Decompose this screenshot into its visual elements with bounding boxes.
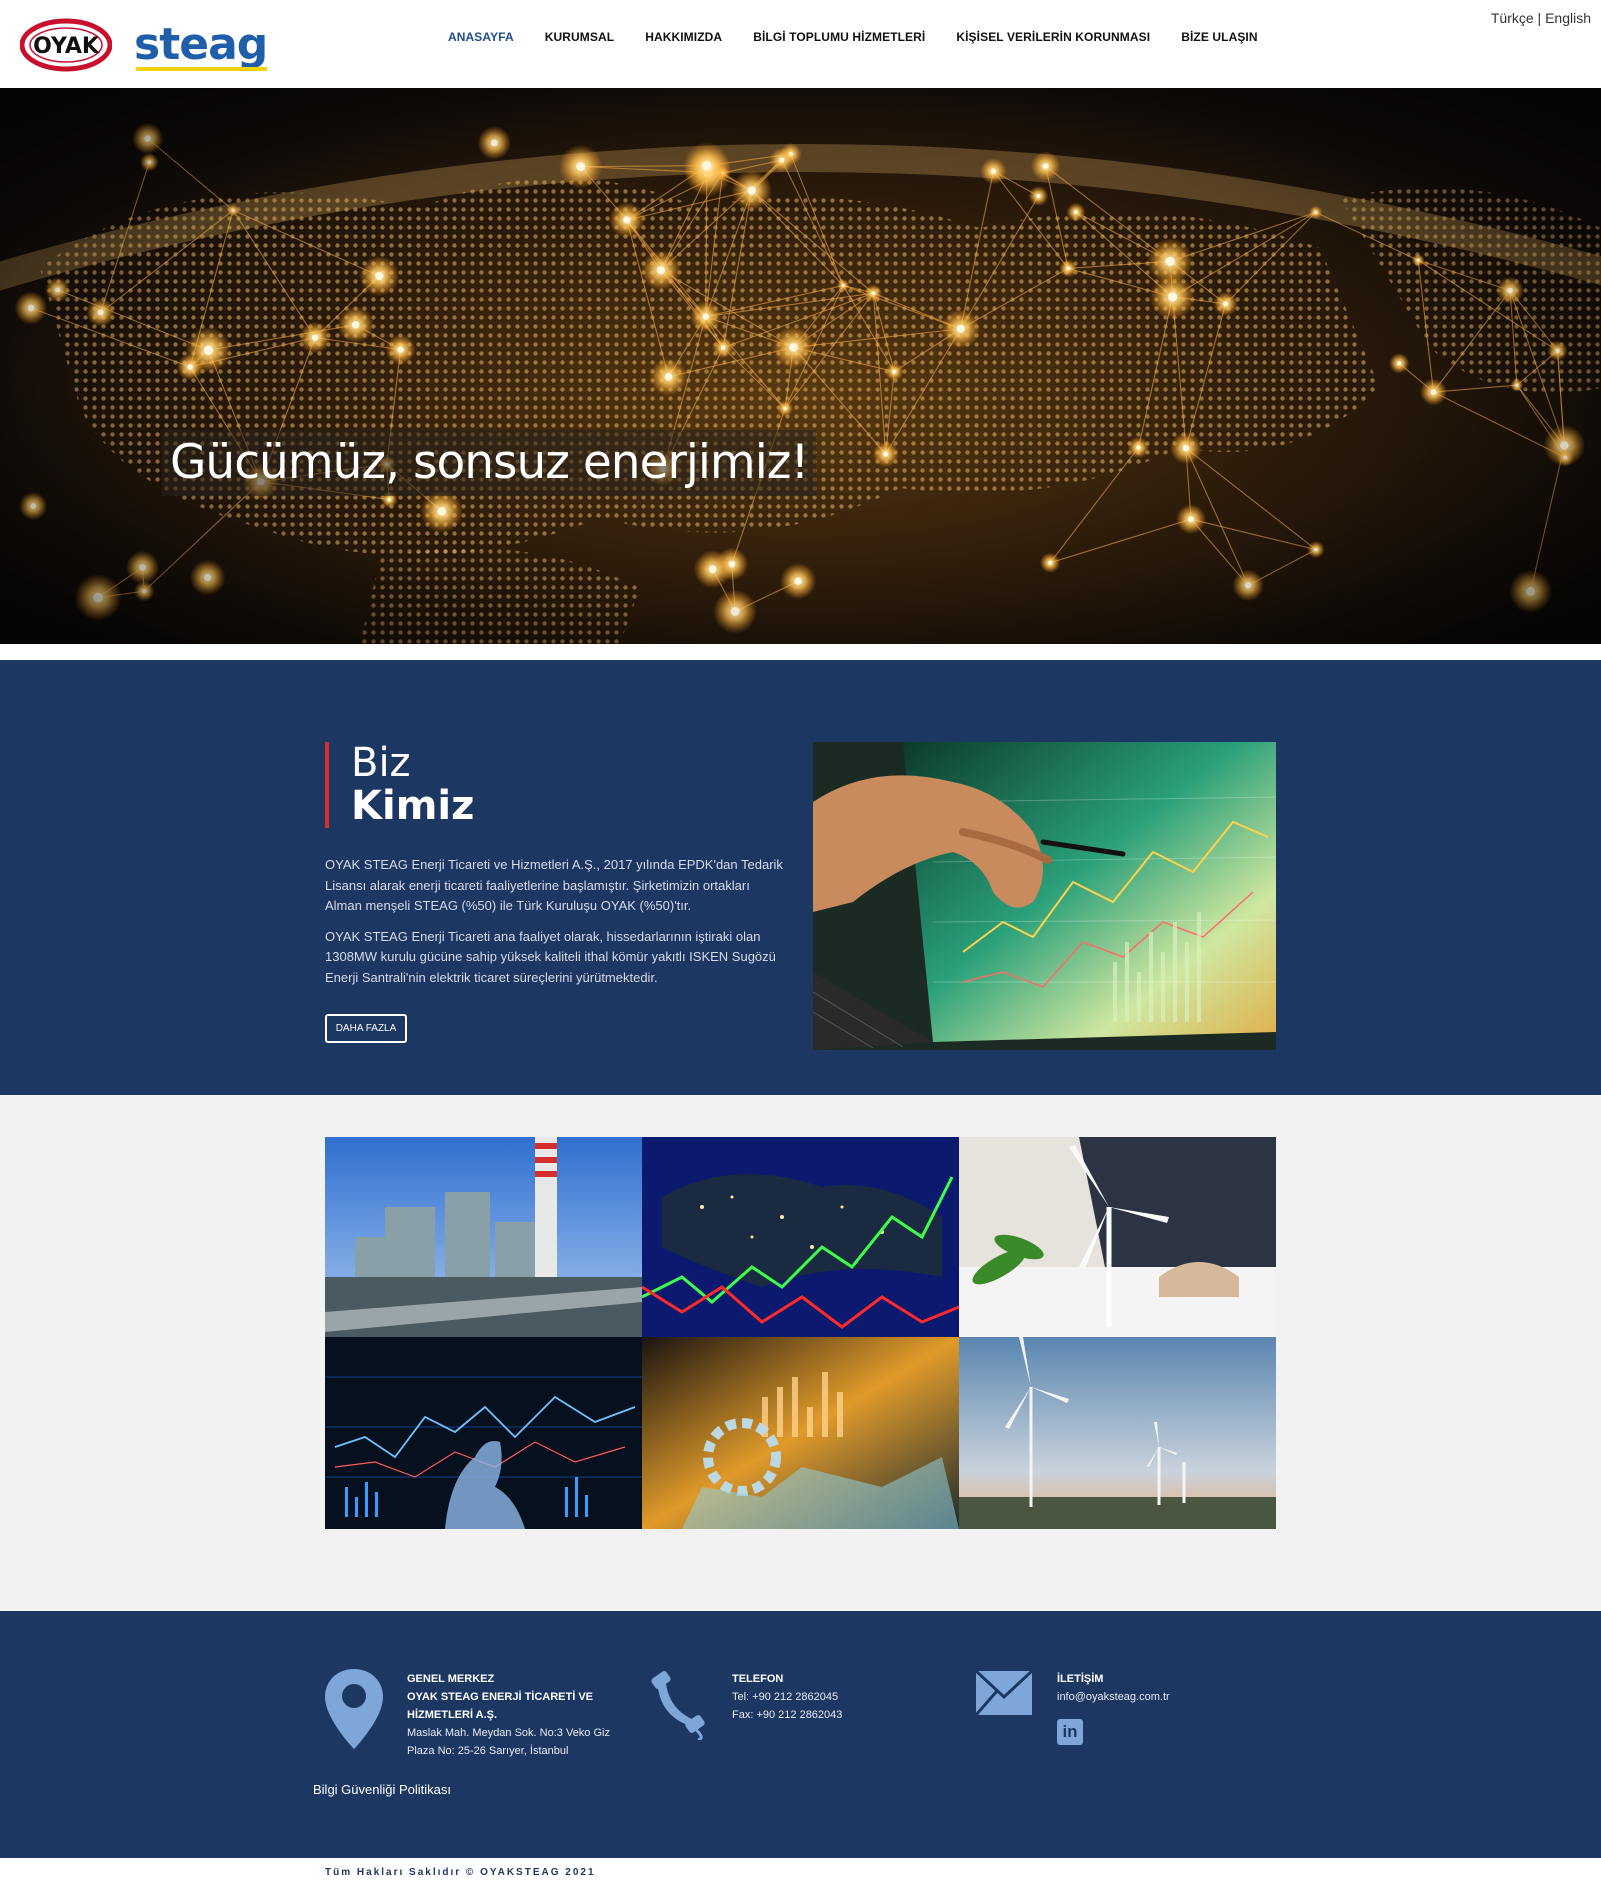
site-header: OYAK steag ANASAYFA KURUMSAL HAKKIMIZDA … bbox=[0, 0, 1601, 88]
main-nav: ANASAYFA KURUMSAL HAKKIMIZDA BİLGİ TOPLU… bbox=[448, 30, 1289, 44]
read-more-button[interactable]: DAHA FAZLA bbox=[325, 1014, 407, 1043]
about-heading-line1: Biz bbox=[351, 740, 411, 786]
steag-underline bbox=[136, 67, 268, 71]
gallery-tile-wind-turbine-desk[interactable] bbox=[959, 1137, 1276, 1337]
linkedin-icon[interactable]: in bbox=[1057, 1719, 1083, 1745]
steag-logo-text: steag bbox=[134, 19, 268, 70]
fax-number: Fax: +90 212 2862043 bbox=[732, 1709, 843, 1721]
language-switcher: Türkçe | English bbox=[1491, 10, 1591, 26]
envelope-icon bbox=[974, 1669, 1034, 1722]
nav-item-bilgi-toplumu[interactable]: BİLGİ TOPLUMU HİZMETLERİ bbox=[753, 30, 925, 44]
oyak-logo: OYAK bbox=[19, 18, 113, 72]
about-heading: Biz Kimiz bbox=[325, 742, 474, 828]
trading-chart-photo bbox=[813, 742, 1276, 1050]
phone-info: TELEFON Tel: +90 212 2862045 Fax: +90 21… bbox=[732, 1670, 932, 1724]
gallery-tile-industry-chart[interactable] bbox=[642, 1337, 959, 1529]
phone-heading: TELEFON bbox=[732, 1673, 784, 1685]
lang-turkish[interactable]: Türkçe bbox=[1491, 10, 1534, 26]
gallery-tile-wind-farm[interactable] bbox=[959, 1337, 1276, 1529]
hero-caption: Gücümüz, sonsuz enerjimiz! bbox=[162, 430, 817, 496]
hero-banner: Gücümüz, sonsuz enerjimiz! bbox=[0, 88, 1601, 644]
info-security-policy-link[interactable]: Bilgi Güvenliği Politikası bbox=[313, 1782, 451, 1797]
nav-item-kisisel-veriler[interactable]: KİŞİSEL VERİLERİN KORUNMASI bbox=[956, 30, 1150, 44]
about-heading-line2: Kimiz bbox=[351, 783, 475, 829]
lang-separator: | bbox=[1533, 10, 1546, 26]
gallery-section bbox=[0, 1095, 1601, 1611]
hq-company-name: OYAK STEAG ENERJİ TİCARETİ VE HİZMETLERİ… bbox=[407, 1691, 594, 1721]
contact-email[interactable]: info@oyaksteag.com.tr bbox=[1057, 1688, 1257, 1706]
about-paragraph: OYAK STEAG Enerji Ticareti ana faaliyet … bbox=[325, 928, 776, 985]
hero-network-map-image bbox=[0, 88, 1601, 644]
phone-icon bbox=[648, 1668, 710, 1745]
hq-info: GENEL MERKEZ OYAK STEAG ENERJİ TİCARETİ … bbox=[407, 1670, 627, 1760]
location-pin-icon bbox=[323, 1667, 385, 1756]
gallery-tile-stock-chart-hand[interactable] bbox=[325, 1337, 642, 1529]
nav-item-bize-ulasin[interactable]: BİZE ULAŞIN bbox=[1181, 30, 1257, 44]
company-logo[interactable]: OYAK steag bbox=[19, 18, 268, 72]
nav-item-kurumsal[interactable]: KURUMSAL bbox=[545, 30, 614, 44]
image-gallery bbox=[325, 1137, 1276, 1529]
hq-address: Maslak Mah. Meydan Sok. No:3 Veko Giz Pl… bbox=[407, 1727, 610, 1757]
nav-item-anasayfa[interactable]: ANASAYFA bbox=[448, 30, 514, 44]
steag-logo: steag bbox=[134, 23, 268, 71]
gallery-tile-night-earth-graph[interactable] bbox=[642, 1137, 959, 1337]
about-paragraph: OYAK STEAG Enerji Ticareti ve Hizmetleri… bbox=[325, 857, 783, 913]
lang-english[interactable]: English bbox=[1545, 10, 1591, 26]
about-body: OYAK STEAG Enerji Ticareti ve Hizmetleri… bbox=[325, 855, 787, 998]
copyright-text: Tüm Hakları Saklıdır © OYAKSTEAG 2021 bbox=[325, 1867, 596, 1878]
contact-heading: İLETİŞİM bbox=[1057, 1673, 1104, 1685]
about-section: Biz Kimiz OYAK STEAG Enerji Ticareti ve … bbox=[0, 660, 1601, 1095]
gallery-tile-power-plant[interactable] bbox=[325, 1137, 642, 1337]
hq-heading: GENEL MERKEZ bbox=[407, 1673, 495, 1685]
phone-number[interactable]: Tel: +90 212 2862045 bbox=[732, 1688, 932, 1706]
nav-item-hakkimizda[interactable]: HAKKIMIZDA bbox=[645, 30, 722, 44]
site-footer: GENEL MERKEZ OYAK STEAG ENERJİ TİCARETİ … bbox=[0, 1611, 1601, 1858]
oyak-logo-text: OYAK bbox=[33, 34, 100, 59]
contact-info: İLETİŞİM info@oyaksteag.com.tr bbox=[1057, 1670, 1257, 1706]
section-spacer bbox=[0, 644, 1601, 660]
